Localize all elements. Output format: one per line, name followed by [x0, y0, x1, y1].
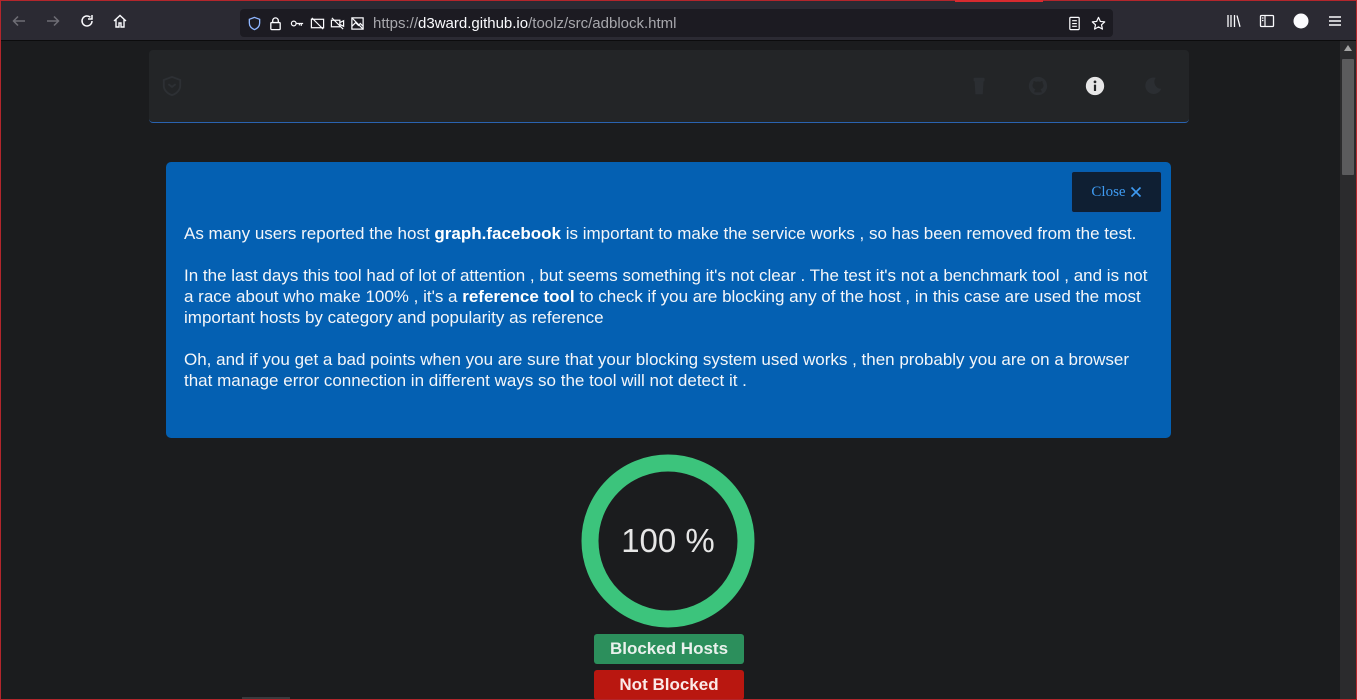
- home-icon[interactable]: [107, 8, 133, 34]
- lock-icon[interactable]: [267, 15, 283, 31]
- blocked-hosts-badge: Blocked Hosts: [594, 634, 744, 664]
- window-accent: [955, 0, 1043, 2]
- alert-paragraph: As many users reported the host graph.fa…: [184, 224, 1137, 243]
- alert-paragraph: In the last days this tool had of lot of…: [184, 266, 1148, 327]
- star-icon[interactable]: [1090, 15, 1106, 31]
- url-domain: d3ward.github.io: [418, 15, 529, 32]
- logo-shield-icon[interactable]: [160, 74, 184, 98]
- scroll-up-arrow-icon[interactable]: [1344, 45, 1352, 51]
- key-icon[interactable]: [289, 15, 305, 31]
- library-icon[interactable]: [1225, 12, 1243, 30]
- forward-icon[interactable]: [40, 8, 66, 34]
- url-bar[interactable]: https://d3ward.github.io/toolz/src/adblo…: [240, 9, 1113, 37]
- scroll-thumb[interactable]: [1342, 59, 1354, 175]
- alert-paragraph: Oh, and if you get a bad points when you…: [184, 350, 1129, 390]
- url-prefix: https://: [373, 15, 419, 32]
- close-icon: [1130, 186, 1141, 198]
- media-blocked-icon[interactable]: [309, 15, 325, 31]
- url-path: /toolz/src/adblock.html: [528, 15, 677, 32]
- score-ring: 100 %: [581, 454, 755, 628]
- sidebar-icon[interactable]: [1258, 12, 1276, 30]
- account-icon[interactable]: [1292, 12, 1310, 30]
- page-scrollbar[interactable]: [1340, 41, 1356, 699]
- menu-icon[interactable]: [1326, 12, 1344, 30]
- url-text[interactable]: https://d3ward.github.io/toolz/src/adblo…: [373, 15, 677, 32]
- reader-view-icon[interactable]: [1066, 15, 1082, 31]
- browser-toolbar: https://d3ward.github.io/toolz/src/adblo…: [0, 0, 1357, 41]
- shield-icon[interactable]: [246, 15, 262, 31]
- divider: [242, 697, 290, 699]
- github-icon[interactable]: [1026, 74, 1050, 98]
- score-label: 100 %: [621, 522, 715, 559]
- page-content: Close As many users reported the host gr…: [1, 41, 1340, 699]
- reload-icon[interactable]: [74, 8, 100, 34]
- back-icon[interactable]: [6, 8, 32, 34]
- not-blocked-badge: Not Blocked: [594, 670, 744, 699]
- alert-body: As many users reported the host graph.fa…: [184, 223, 1159, 412]
- close-button[interactable]: Close: [1071, 171, 1162, 213]
- site-navbar: [149, 50, 1189, 123]
- close-label: Close: [1091, 183, 1126, 200]
- notice-alert: Close As many users reported the host gr…: [166, 162, 1171, 438]
- camera-blocked-icon[interactable]: [329, 15, 345, 31]
- image-blocked-icon[interactable]: [349, 15, 365, 31]
- beer-icon[interactable]: [968, 74, 992, 98]
- info-icon[interactable]: [1083, 74, 1107, 98]
- moon-icon[interactable]: [1141, 74, 1165, 98]
